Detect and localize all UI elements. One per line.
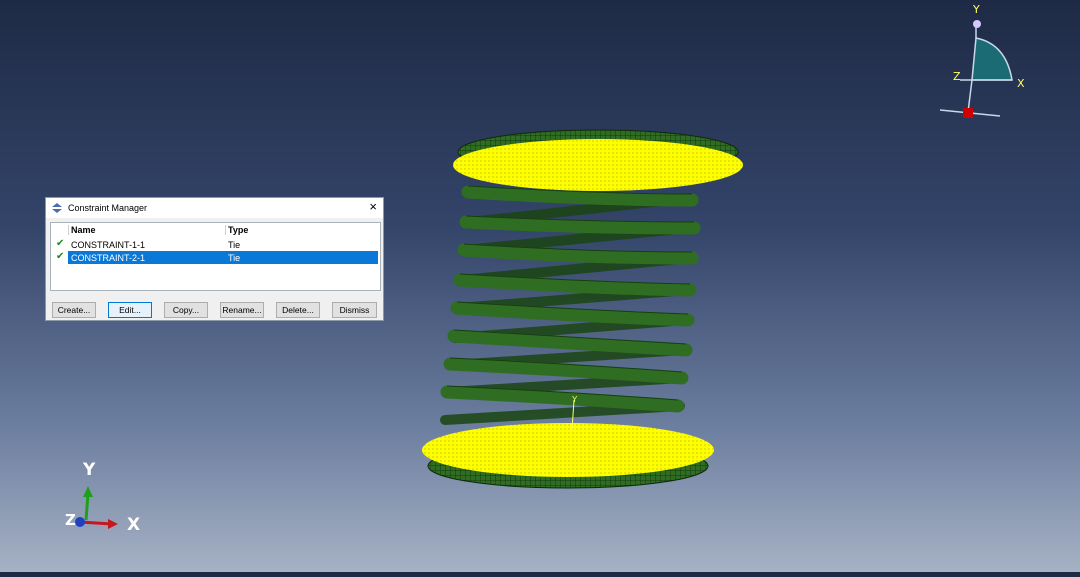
- view-cube[interactable]: [939, 20, 1013, 118]
- row-type: Tie: [228, 253, 241, 263]
- column-header-name[interactable]: Name: [71, 225, 96, 235]
- create-button[interactable]: Create...: [52, 302, 96, 318]
- table-row-constraint-2-1[interactable]: ✔ CONSTRAINT-2-1 Tie: [51, 251, 380, 264]
- table-header: Name Type: [51, 223, 380, 237]
- triad-z-label: Z: [65, 511, 76, 529]
- row-name: CONSTRAINT-2-1: [71, 253, 146, 263]
- triad-x-label: X: [127, 515, 141, 535]
- top-tie-surface: [453, 139, 743, 191]
- dialog-title-bar[interactable]: Constraint Manager ×: [46, 198, 383, 218]
- rename-button[interactable]: Rename...: [220, 302, 264, 318]
- bottom-tie-surface: [422, 423, 714, 477]
- row-type: Tie: [228, 240, 241, 250]
- viewcube-y-label: Y: [973, 3, 980, 16]
- table-row-constraint-1-1[interactable]: ✔ CONSTRAINT-1-1 Tie: [51, 238, 380, 251]
- active-check-icon[interactable]: ✔: [56, 251, 64, 262]
- column-header-type[interactable]: Type: [228, 225, 248, 235]
- triad-y-label: Y: [83, 460, 96, 480]
- delete-button[interactable]: Delete...: [276, 302, 320, 318]
- constraint-manager-icon: [52, 203, 62, 213]
- global-triad: [75, 486, 118, 529]
- constraints-table: Name Type ✔ CONSTRAINT-1-1 Tie ✔ CONSTRA…: [50, 222, 381, 291]
- dismiss-button[interactable]: Dismiss: [332, 302, 377, 318]
- row-name: CONSTRAINT-1-1: [71, 240, 146, 250]
- copy-button[interactable]: Copy...: [164, 302, 208, 318]
- active-check-icon[interactable]: ✔: [56, 238, 64, 249]
- dialog-title: Constraint Manager: [68, 203, 148, 213]
- viewcube-z-label: Z: [953, 70, 961, 83]
- model-axis-label: Y: [572, 395, 578, 404]
- dialog-button-bar: Create... Edit... Copy... Rename... Dele…: [46, 302, 383, 318]
- viewcube-x-label: X: [1017, 77, 1025, 90]
- edit-button[interactable]: Edit...: [108, 302, 152, 318]
- constraint-manager-dialog: Constraint Manager × Name Type ✔ CONSTRA…: [45, 197, 384, 321]
- close-icon[interactable]: ×: [369, 200, 377, 214]
